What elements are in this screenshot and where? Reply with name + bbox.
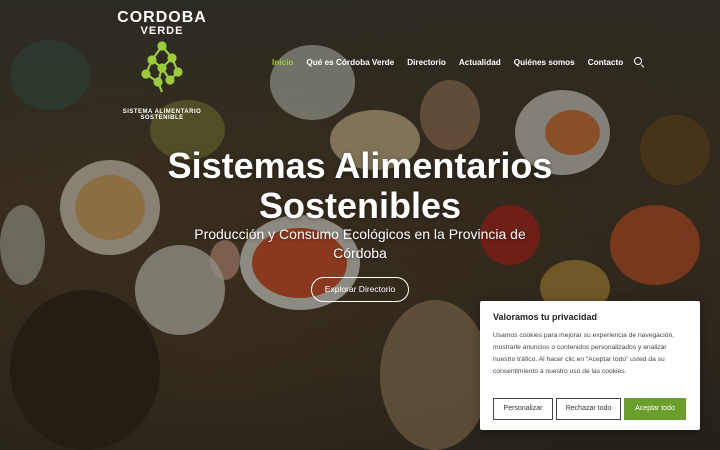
network-leaf-icon — [141, 41, 183, 93]
nav-item-que-es[interactable]: Qué es Córdoba Verde — [306, 58, 394, 67]
search-icon[interactable] — [633, 56, 645, 68]
nav-item-directorio[interactable]: Directorio — [407, 58, 446, 67]
cookie-text: Usamos cookies para mejorar su experienc… — [493, 332, 675, 375]
reject-cookies-button[interactable]: Rechazar todo — [556, 398, 621, 420]
logo-subtitle: VERDE — [140, 25, 184, 37]
hero-subtitle: Producción y Consumo Ecológicos en la Pr… — [194, 226, 526, 261]
logo-tagline: SISTEMA ALIMENTARIO SOSTENIBLE — [122, 109, 202, 121]
nav-item-actualidad[interactable]: Actualidad — [459, 58, 501, 67]
customize-cookies-button[interactable]: Personalizar — [493, 398, 553, 420]
explore-directory-button[interactable]: Explorar Directorio — [311, 277, 409, 302]
main-navigation: Inicio Qué es Córdoba Verde Directorio A… — [272, 55, 645, 69]
hero-title: Sistemas Alimentarios Sostenibles — [167, 145, 553, 226]
cookie-title: Valoramos tu privacidad — [493, 312, 598, 322]
nav-item-contacto[interactable]: Contacto — [588, 58, 623, 67]
accept-cookies-button[interactable]: Aceptar todo — [624, 398, 686, 420]
nav-item-quienes-somos[interactable]: Quiénes somos — [514, 58, 575, 67]
logo-title: CORDOBA — [117, 9, 207, 26]
site-logo[interactable]: CORDOBA VERDE SISTEMA ALIMENTARIO SOSTEN… — [112, 6, 212, 124]
nav-item-inicio[interactable]: Inicio — [272, 58, 293, 67]
cookie-consent-banner: Valoramos tu privacidad Usamos cookies p… — [480, 301, 700, 430]
